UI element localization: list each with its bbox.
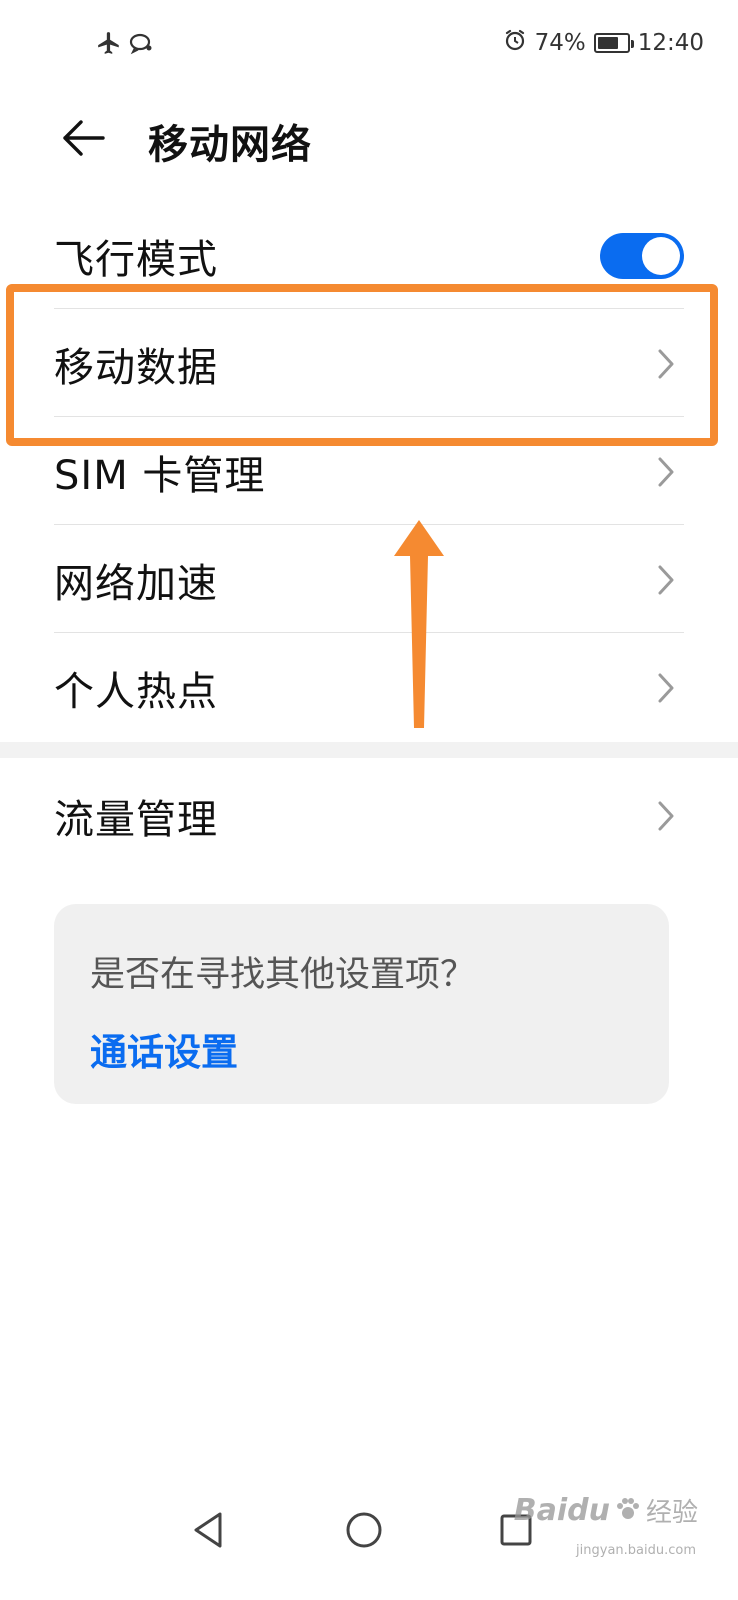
status-bar: 74% 12:40 [0, 0, 738, 92]
clock: 12:40 [637, 30, 704, 56]
personal-hotspot-row[interactable]: 个人热点 [0, 634, 738, 742]
nav-back-button[interactable] [178, 1502, 238, 1562]
back-button[interactable] [56, 114, 108, 166]
watermark-brand: Baidu [513, 1493, 610, 1528]
battery-icon [593, 33, 634, 53]
watermark-cn: 经验 [645, 1498, 698, 1528]
network-acceleration-label: 网络加速 [54, 561, 218, 607]
battery-level-fill [597, 37, 619, 49]
nav-back-triangle-icon [190, 1510, 226, 1554]
chevron-right-icon [654, 671, 678, 705]
divider [54, 308, 684, 309]
nav-home-circle-icon [344, 1510, 384, 1554]
toggle-knob [642, 237, 680, 275]
divider [54, 632, 684, 633]
airplane-mode-toggle[interactable] [600, 233, 684, 279]
status-left-icons [96, 30, 154, 60]
page-title: 移动网络 [148, 122, 312, 168]
nav-home-button[interactable] [334, 1502, 394, 1562]
chevron-right-icon [654, 799, 678, 833]
data-usage-label: 流量管理 [54, 797, 218, 843]
alarm-icon [503, 28, 527, 58]
sim-management-label: SIM 卡管理 [54, 453, 266, 499]
sim-management-row[interactable]: SIM 卡管理 [0, 418, 738, 526]
personal-hotspot-label: 个人热点 [54, 669, 218, 715]
mobile-data-label: 移动数据 [54, 345, 218, 391]
chevron-right-icon [654, 563, 678, 597]
airplane-mode-row[interactable]: 飞行模式 [0, 202, 738, 310]
section-separator [0, 742, 738, 758]
divider [54, 416, 684, 417]
baidu-watermark: Baidu 经验 [514, 1492, 698, 1529]
network-acceleration-row[interactable]: 网络加速 [0, 526, 738, 634]
chat-bubble-icon [128, 31, 154, 59]
chevron-right-icon [654, 455, 678, 489]
back-arrow-icon [59, 118, 105, 162]
watermark-url: jingyan.baidu.com [576, 1543, 696, 1558]
divider [54, 524, 684, 525]
mobile-data-row[interactable]: 移动数据 [0, 310, 738, 418]
airplane-mode-label: 飞行模式 [54, 237, 218, 283]
airplane-icon [96, 30, 122, 60]
data-usage-row[interactable]: 流量管理 [0, 762, 738, 870]
status-right: 74% 12:40 [503, 28, 704, 58]
hint-question: 是否在寻找其他设置项？ [90, 955, 476, 995]
chevron-right-icon [654, 347, 678, 381]
hint-card: 是否在寻找其他设置项？ 通话设置 [54, 904, 669, 1104]
battery-percent: 74% [534, 30, 586, 56]
header: 移动网络 [0, 100, 738, 180]
paw-icon [614, 1495, 642, 1527]
call-settings-link[interactable]: 通话设置 [90, 1022, 238, 1076]
